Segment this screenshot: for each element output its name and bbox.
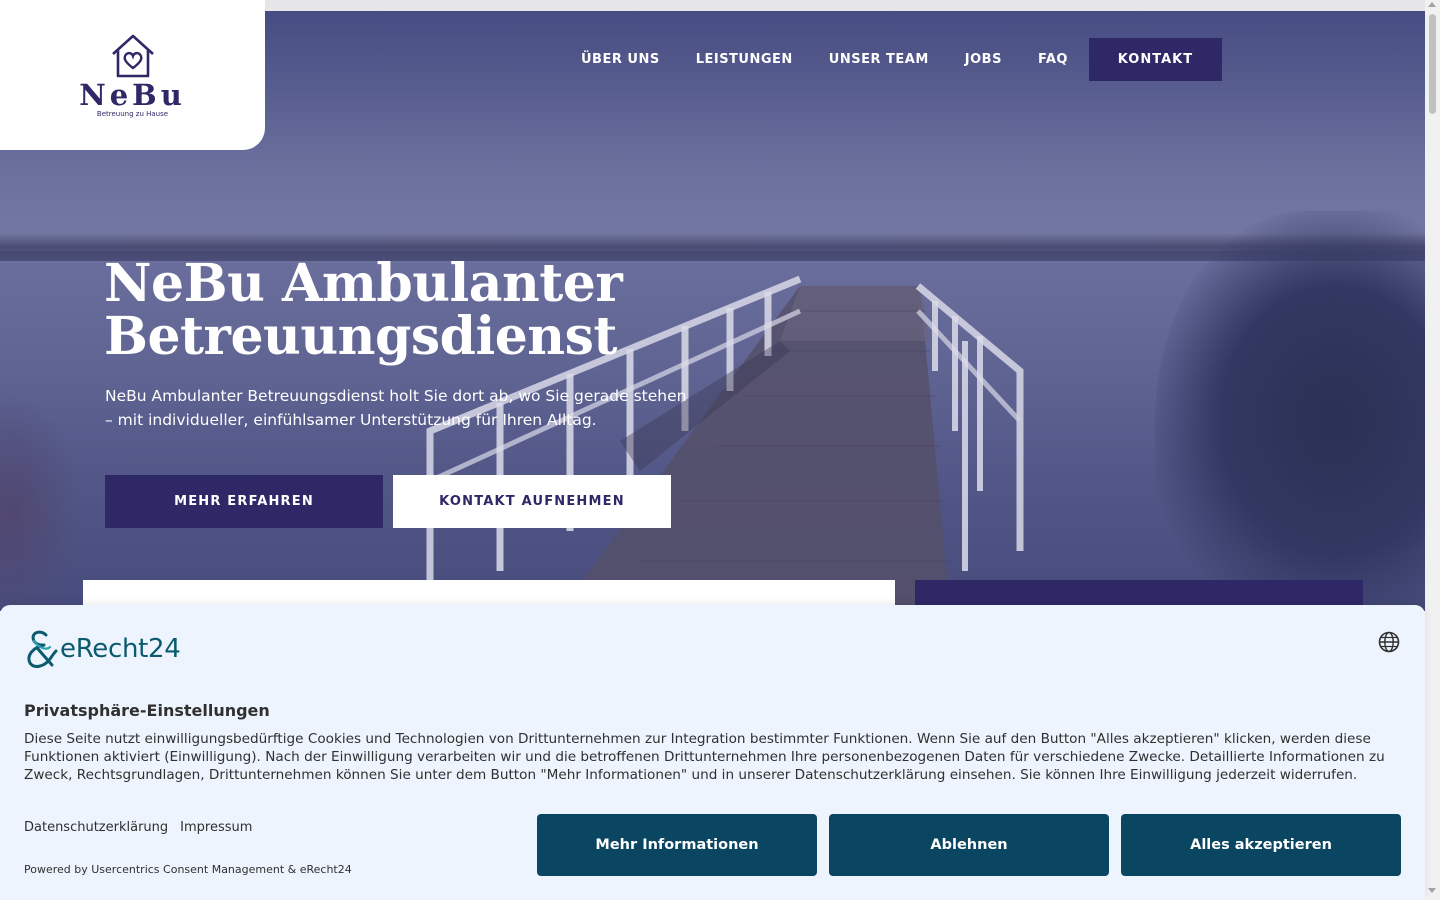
hero-title: NeBu Ambulanter Betreuungsdienst [104,257,804,363]
logo-tagline: Betreuung zu Hause [96,110,169,118]
nav-item-jobs[interactable]: JOBS [947,52,1020,67]
house-heart-icon [111,34,154,78]
impressum-link[interactable]: Impressum [180,820,252,835]
main-nav: ÜBER UNS LEISTUNGEN UNSER TEAM JOBS FAQ … [563,38,1222,81]
scroll-up-arrow-icon[interactable] [1428,2,1436,7]
consent-banner: eRecht24 Privatsphäre-Einstellungen Dies… [0,605,1425,900]
consent-links: Datenschutzerklärung Impressum [24,820,252,835]
nav-item-unser-team[interactable]: UNSER TEAM [811,52,947,67]
mehr-erfahren-button[interactable]: MEHR ERFAHREN [105,475,383,528]
alles-akzeptieren-button[interactable]: Alles akzeptieren [1121,814,1401,876]
page: NeBu Betreuung zu Hause ÜBER UNS LEISTUN… [0,0,1440,900]
hero-lead: NeBu Ambulanter Betreuungsdienst holt Si… [105,387,687,429]
mehr-informationen-button[interactable]: Mehr Informationen [537,814,817,876]
nav-item-ueber-uns[interactable]: ÜBER UNS [563,52,678,67]
nav-kontakt-button[interactable]: KONTAKT [1088,38,1222,81]
nav-item-leistungen[interactable]: LEISTUNGEN [678,52,811,67]
globe-icon[interactable] [1378,631,1400,653]
consent-description: Diese Seite nutzt einwilligungsbedürftig… [24,731,1385,783]
site-logo[interactable]: NeBu Betreuung zu Hause [0,0,265,150]
page-scrollbar[interactable] [1425,0,1440,900]
scroll-down-arrow-icon[interactable] [1428,888,1436,893]
kontakt-aufnehmen-button[interactable]: KONTAKT AUFNEHMEN [393,475,671,528]
consent-title: Privatsphäre-Einstellungen [24,701,270,720]
logo-name: NeBu [79,78,186,112]
datenschutz-link[interactable]: Datenschutzerklärung [24,820,168,835]
hero-title-line2: Betreuungsdienst [104,306,617,367]
hero-title-line1: NeBu Ambulanter [104,253,623,314]
scrollbar-thumb[interactable] [1429,14,1436,114]
ablehnen-button[interactable]: Ablehnen [829,814,1109,876]
erecht24-ampersand-icon [27,630,58,668]
erecht24-wordmark: eRecht24 [60,634,181,664]
nav-item-faq[interactable]: FAQ [1020,52,1086,67]
erecht24-logo: eRecht24 [24,629,181,669]
consent-powered-by: Powered by Usercentrics Consent Manageme… [24,863,352,876]
